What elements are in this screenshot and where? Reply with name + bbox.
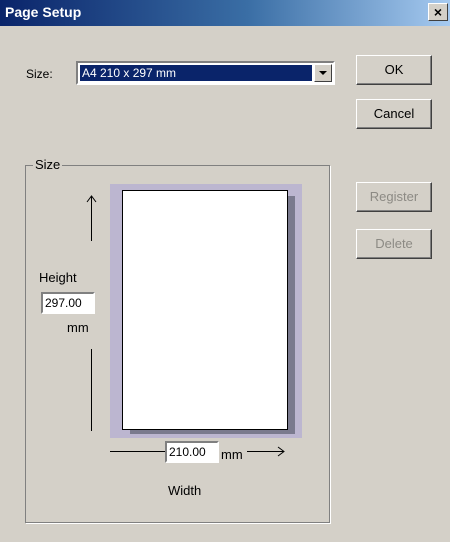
size-group-title: Size	[33, 157, 63, 172]
chevron-down-icon	[319, 71, 327, 75]
width-arrow-right-icon	[247, 446, 285, 457]
ok-button[interactable]: OK	[356, 55, 432, 85]
register-button[interactable]: Register	[356, 182, 432, 212]
size-dropdown[interactable]: A4 210 x 297 mm	[76, 61, 335, 85]
height-unit: mm	[67, 320, 89, 335]
width-label: Width	[168, 483, 202, 498]
window-title: Page Setup	[5, 4, 82, 20]
width-arrow-left-line	[110, 451, 165, 452]
close-button[interactable]: ×	[428, 3, 448, 21]
cancel-button[interactable]: Cancel	[356, 99, 432, 129]
page-preview	[122, 190, 288, 430]
height-label: Height	[39, 270, 77, 285]
size-dropdown-value: A4 210 x 297 mm	[80, 65, 312, 81]
size-label: Size:	[26, 67, 53, 81]
delete-button[interactable]: Delete	[356, 229, 432, 259]
height-arrow-down-line	[91, 349, 92, 431]
height-arrow-up-icon	[86, 195, 97, 241]
dropdown-arrow-button[interactable]	[314, 64, 332, 82]
width-unit: mm	[221, 447, 243, 462]
height-input[interactable]: 297.00	[41, 292, 95, 314]
width-input[interactable]: 210.00	[165, 441, 219, 463]
title-bar[interactable]: Page Setup	[0, 0, 450, 26]
